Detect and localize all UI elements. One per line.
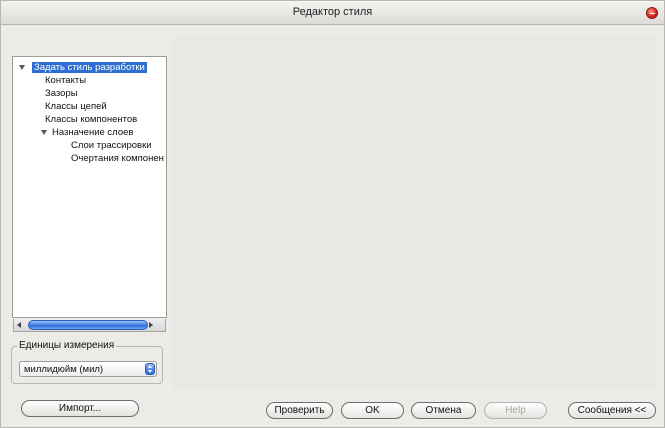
scrollbar-thumb[interactable] xyxy=(28,320,148,330)
units-legend: Единицы измерения xyxy=(17,340,117,351)
import-button[interactable]: Импорт... xyxy=(21,400,139,417)
cancel-button[interactable]: Отмена xyxy=(411,402,476,419)
tree-item-clearances[interactable]: Зазоры xyxy=(43,87,80,100)
expand-triangle-icon[interactable] xyxy=(19,65,25,70)
units-select[interactable]: миллидюйм (мил) xyxy=(19,361,157,377)
style-tree: Задать стиль разработки Контакты Зазоры … xyxy=(13,60,168,310)
select-arrows-icon[interactable] xyxy=(145,363,155,375)
tree-item-layer-assignment[interactable]: Назначение слоев xyxy=(50,126,135,139)
expand-triangle-icon[interactable] xyxy=(41,130,47,135)
close-icon[interactable] xyxy=(646,7,658,19)
scroll-right-icon[interactable] xyxy=(149,322,153,328)
tree-item-component-outlines[interactable]: Очертания компонен xyxy=(69,152,166,165)
messages-button[interactable]: Сообщения << xyxy=(568,402,656,419)
tree-item-component-classes[interactable]: Классы компонентов xyxy=(43,113,139,126)
title-bar[interactable]: Редактор стиля xyxy=(1,1,664,25)
scroll-left-icon[interactable] xyxy=(17,322,21,328)
style-editor-window: Редактор стиля Задать стиль разработки К… xyxy=(0,0,665,428)
window-title: Редактор стиля xyxy=(292,6,373,18)
verify-button[interactable]: Проверить xyxy=(266,402,333,419)
tree-item-routing-layers[interactable]: Слои трассировки xyxy=(69,139,154,152)
tree-item-design-style[interactable]: Задать стиль разработки xyxy=(32,61,147,74)
help-button[interactable]: Help xyxy=(484,402,547,419)
tree-horizontal-scrollbar[interactable] xyxy=(13,319,166,332)
ok-button[interactable]: OK xyxy=(341,402,404,419)
tree-item-net-classes[interactable]: Классы цепей xyxy=(43,100,109,113)
tree-panel: Задать стиль разработки Контакты Зазоры … xyxy=(12,56,167,318)
tree-item-contacts[interactable]: Контакты xyxy=(43,74,88,87)
units-select-value: миллидюйм (мил) xyxy=(24,364,104,375)
settings-content-area xyxy=(173,35,657,390)
